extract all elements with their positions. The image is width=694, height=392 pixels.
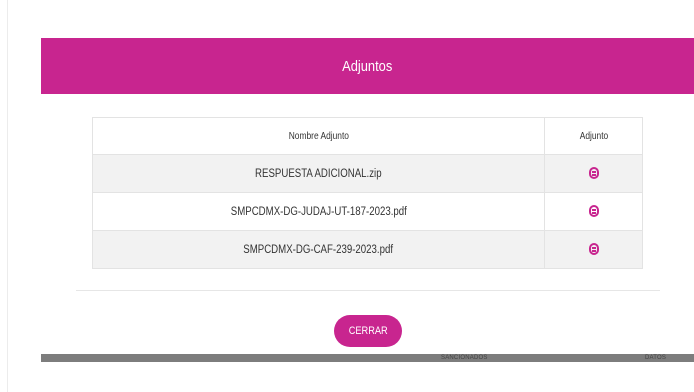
page-left-border: [7, 0, 8, 392]
table-row: SMPCDMX-DG-CAF-239-2023.pdf: [92, 230, 643, 269]
table-header-row: Nombre Adjunto Adjunto: [92, 117, 643, 155]
attachment-name-cell: RESPUESTA ADICIONAL.zip: [92, 154, 545, 193]
file-icon[interactable]: [588, 205, 599, 218]
attachment-cell[interactable]: [544, 230, 643, 269]
modal-footer-divider: [76, 290, 660, 291]
attachment-name-cell: SMPCDMX-DG-JUDAJ-UT-187-2023.pdf: [92, 192, 545, 231]
close-button[interactable]: CERRAR: [334, 315, 402, 347]
modal-title: Adjuntos: [342, 57, 393, 75]
background-column-datos: DATOS: [645, 355, 667, 361]
attachments-table: Nombre Adjunto Adjunto RESPUESTA ADICION…: [92, 117, 643, 269]
table-row: RESPUESTA ADICIONAL.zip: [92, 154, 643, 193]
modal-header: Adjuntos: [41, 38, 694, 94]
column-header-name: Nombre Adjunto: [92, 117, 545, 155]
file-icon[interactable]: [588, 167, 599, 180]
background-column-sancionados: SANCIONADOS: [441, 355, 488, 361]
attachment-cell[interactable]: [544, 192, 643, 231]
background-table-header: SANCIONADOS DATOS: [41, 354, 694, 362]
table-row: SMPCDMX-DG-JUDAJ-UT-187-2023.pdf: [92, 192, 643, 231]
column-header-attachment: Adjunto: [544, 117, 643, 155]
file-icon[interactable]: [588, 243, 599, 256]
attachment-name-cell: SMPCDMX-DG-CAF-239-2023.pdf: [92, 230, 545, 269]
attachment-cell[interactable]: [544, 154, 643, 193]
